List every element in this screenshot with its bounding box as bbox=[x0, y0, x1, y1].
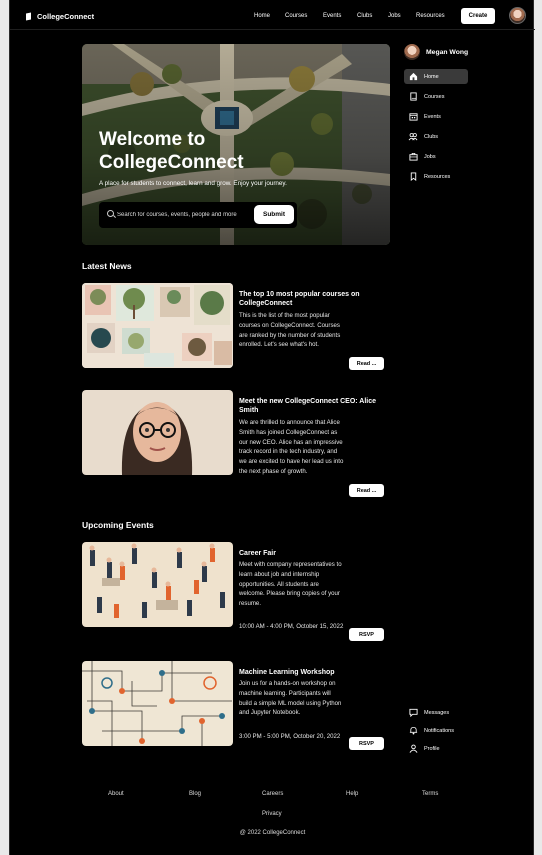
event-time: 3:00 PM - 5:00 PM, October 20, 2022 bbox=[239, 733, 341, 740]
sidebar-item-events[interactable]: Events bbox=[404, 109, 468, 124]
footer-link-privacy[interactable]: Privacy bbox=[262, 811, 282, 817]
brand[interactable]: CollegeConnect bbox=[26, 12, 94, 21]
news-body: We are thrilled to announce that Alice S… bbox=[239, 419, 344, 475]
chat-icon bbox=[408, 708, 418, 718]
hero-banner: Welcome to CollegeConnect A place for st… bbox=[82, 44, 390, 245]
app-frame: CollegeConnect Home Courses Events Clubs… bbox=[9, 0, 535, 855]
user-name: Megan Wong bbox=[426, 48, 469, 56]
event-description: Meet with company representatives to lea… bbox=[239, 561, 342, 608]
nav-link-home[interactable]: Home bbox=[254, 13, 285, 19]
sidebar-item-courses[interactable]: Courses bbox=[404, 89, 468, 104]
briefcase-icon bbox=[408, 152, 418, 162]
brand-name: CollegeConnect bbox=[37, 12, 95, 21]
sidebar-item-clubs[interactable]: Clubs bbox=[404, 129, 468, 144]
hero-title: Welcome to CollegeConnect bbox=[99, 129, 244, 173]
search-input[interactable] bbox=[117, 209, 253, 221]
copyright: @ 2022 CollegeConnect bbox=[239, 830, 306, 836]
event-image-ml-workshop[interactable] bbox=[82, 661, 233, 746]
news-image-courses[interactable] bbox=[82, 283, 233, 368]
footer-link-careers[interactable]: Careers bbox=[262, 791, 283, 797]
top-navbar: CollegeConnect Home Courses Events Clubs… bbox=[10, 5, 535, 30]
upcoming-events-heading: Upcoming Events bbox=[82, 520, 154, 530]
bookmark-icon bbox=[408, 172, 418, 182]
avatar bbox=[404, 44, 420, 60]
book-icon bbox=[408, 92, 418, 102]
people-icon bbox=[408, 132, 418, 142]
read-more-button[interactable]: Read ... bbox=[349, 484, 384, 497]
footer-link-help[interactable]: Help bbox=[346, 791, 358, 797]
calendar-icon bbox=[408, 112, 418, 122]
submit-button[interactable]: Submit bbox=[254, 205, 294, 224]
nav-links: Home Courses Events Clubs Jobs Resources bbox=[254, 13, 445, 19]
rsvp-button[interactable]: RSVP bbox=[349, 628, 384, 641]
event-description: Join us for a hands-on workshop on machi… bbox=[239, 680, 342, 717]
brand-logo-icon bbox=[26, 12, 31, 21]
footer-link-about[interactable]: About bbox=[108, 791, 124, 797]
sidebar-item-resources[interactable]: Resources bbox=[404, 169, 468, 184]
create-button[interactable]: Create bbox=[461, 8, 495, 24]
nav-link-jobs[interactable]: Jobs bbox=[388, 13, 416, 19]
search-bar: Submit bbox=[99, 202, 297, 228]
event-time: 10:00 AM - 4:00 PM, October 15, 2022 bbox=[239, 623, 344, 630]
sidebar-item-jobs[interactable]: Jobs bbox=[404, 149, 468, 164]
search-icon bbox=[107, 210, 114, 217]
news-title[interactable]: The top 10 most popular courses on Colle… bbox=[239, 290, 379, 308]
nav-link-clubs[interactable]: Clubs bbox=[357, 13, 388, 19]
sidebar-user[interactable]: Megan Wong bbox=[404, 44, 468, 60]
sidebar-item-notifications[interactable]: Notifications bbox=[404, 723, 468, 738]
avatar[interactable] bbox=[509, 7, 526, 24]
sidebar-item-profile[interactable]: Profile bbox=[404, 741, 468, 756]
news-title[interactable]: Meet the new CollegeConnect CEO: Alice S… bbox=[239, 397, 379, 415]
nav-link-events[interactable]: Events bbox=[323, 13, 357, 19]
home-icon bbox=[408, 72, 418, 82]
footer-link-terms[interactable]: Terms bbox=[422, 791, 438, 797]
latest-news-heading: Latest News bbox=[82, 261, 132, 271]
event-title[interactable]: Machine Learning Workshop bbox=[239, 668, 379, 677]
footer-link-blog[interactable]: Blog bbox=[189, 791, 201, 797]
news-image-ceo[interactable] bbox=[82, 390, 233, 475]
rsvp-button[interactable]: RSVP bbox=[349, 737, 384, 750]
hero-subtitle: A place for students to connect, learn a… bbox=[99, 180, 287, 187]
sidebar-item-messages[interactable]: Messages bbox=[404, 705, 468, 720]
bell-icon bbox=[408, 726, 418, 736]
read-more-button[interactable]: Read ... bbox=[349, 357, 384, 370]
nav-link-resources[interactable]: Resources bbox=[416, 13, 445, 19]
sidebar-item-home[interactable]: Home bbox=[404, 69, 468, 84]
user-icon bbox=[408, 744, 418, 754]
news-body: This is the list of the most popular cou… bbox=[239, 312, 341, 349]
event-title[interactable]: Career Fair bbox=[239, 549, 379, 558]
event-image-career-fair[interactable] bbox=[82, 542, 233, 627]
nav-link-courses[interactable]: Courses bbox=[285, 13, 323, 19]
